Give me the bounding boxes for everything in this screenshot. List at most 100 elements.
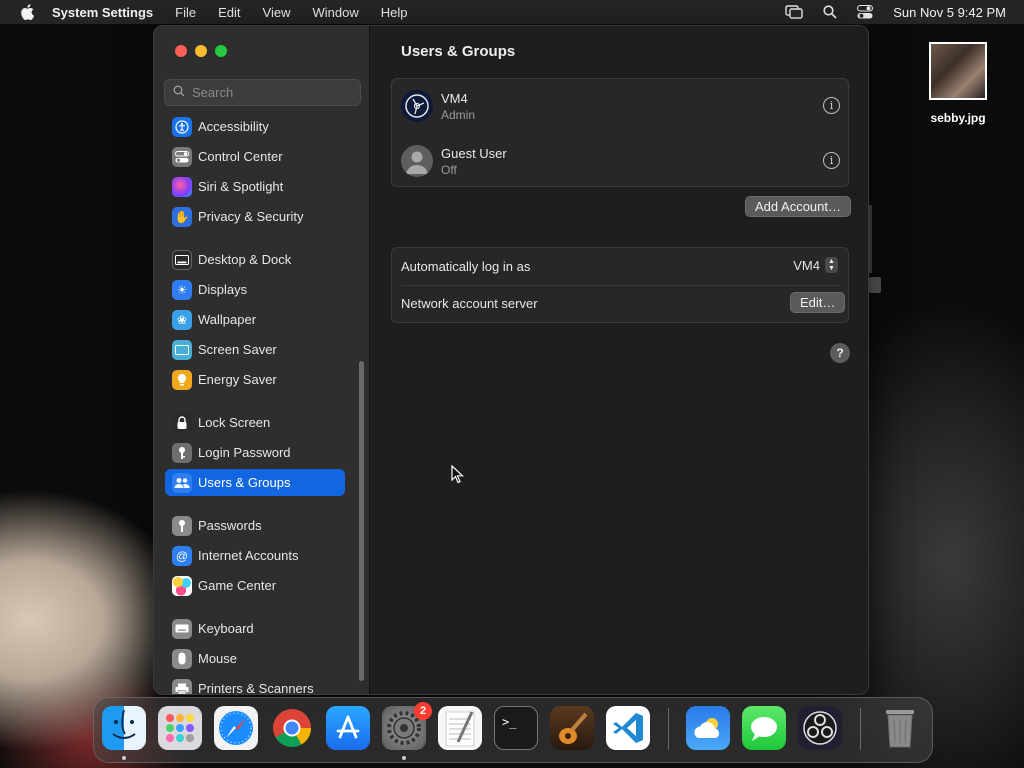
sidebar-item-accessibility[interactable]: Accessibility	[165, 114, 345, 140]
background-window-tag	[869, 277, 881, 293]
garageband-icon[interactable]	[550, 706, 594, 750]
accessibility-icon	[172, 116, 192, 137]
sidebar-item-label: Printers & Scanners	[198, 681, 314, 695]
sidebar-scrollbar[interactable]	[359, 361, 364, 681]
user-row-guest[interactable]: Guest User Off i	[392, 134, 850, 188]
zoom-window-button[interactable]	[215, 45, 227, 57]
network-server-label: Network account server	[401, 296, 538, 311]
app-name-menu[interactable]: System Settings	[52, 5, 153, 20]
sidebar-item-printers-scanners[interactable]: Printers & Scanners	[165, 675, 345, 695]
menu-file[interactable]: File	[175, 5, 196, 20]
terminal-icon[interactable]: >_	[494, 706, 538, 750]
sidebar-item-label: Game Center	[198, 578, 277, 593]
sidebar-item-energy-saver[interactable]: Energy Saver	[165, 366, 345, 393]
auto-login-value: VM4	[793, 257, 820, 273]
sidebar-item-screen-saver[interactable]: Screen Saver	[165, 336, 345, 363]
sidebar-item-label: Keyboard	[198, 621, 254, 636]
dock: 2 >_	[93, 697, 933, 763]
auto-login-select[interactable]: VM4 ▲ ▼	[793, 257, 838, 273]
control-center-icon	[172, 146, 192, 167]
textedit-icon[interactable]	[438, 706, 482, 750]
page-title: Users & Groups	[401, 43, 516, 60]
svg-text:>_: >_	[502, 715, 517, 729]
desktop-file-label: sebby.jpg	[930, 111, 986, 125]
menu-bar: System Settings File Edit View Window He…	[0, 0, 1024, 24]
mouse-cursor-icon	[451, 464, 465, 489]
chrome-icon[interactable]	[270, 706, 314, 750]
close-window-button[interactable]	[175, 45, 187, 57]
lock-icon	[172, 412, 192, 433]
messages-icon[interactable]	[742, 706, 786, 750]
sidebar-item-desktop-dock[interactable]: Desktop & Dock	[165, 246, 345, 273]
users-list-card: VM4 Admin i Guest User Off i	[391, 78, 849, 187]
sidebar-list: Accessibility Control Center Siri & Spot…	[154, 114, 370, 695]
content-pane: Users & Groups VM4 Admin i Guest User Of	[371, 26, 868, 694]
sidebar-item-label: Control Center	[198, 149, 283, 164]
sidebar-item-game-center[interactable]: Game Center	[165, 572, 345, 599]
running-indicator	[402, 756, 406, 760]
auto-login-row: Automatically log in as VM4 ▲ ▼	[392, 248, 850, 285]
minimize-window-button[interactable]	[195, 45, 207, 57]
sidebar-item-keyboard[interactable]: Keyboard	[165, 615, 345, 642]
login-options-card: Automatically log in as VM4 ▲ ▼ Network a…	[391, 247, 849, 323]
mouse-icon	[172, 648, 192, 669]
finder-icon[interactable]	[102, 706, 146, 750]
info-icon[interactable]: i	[823, 152, 840, 169]
control-center-icon[interactable]	[857, 5, 874, 19]
printer-icon	[172, 678, 192, 694]
sidebar-item-label: Energy Saver	[198, 372, 277, 387]
game-center-icon	[172, 575, 192, 596]
add-account-button[interactable]: Add Account…	[745, 196, 851, 217]
app-store-icon[interactable]	[326, 706, 370, 750]
weather-icon[interactable]	[686, 706, 730, 750]
spotlight-search-icon[interactable]	[823, 5, 837, 19]
sidebar-item-passwords[interactable]: Passwords	[165, 512, 345, 539]
dock-separator	[668, 708, 669, 750]
vscode-icon[interactable]	[606, 706, 650, 750]
search-input[interactable]	[192, 85, 352, 100]
auto-login-label: Automatically log in as	[401, 259, 531, 274]
sidebar-item-control-center[interactable]: Control Center	[165, 143, 345, 170]
safari-icon[interactable]	[214, 706, 258, 750]
obs-icon[interactable]	[798, 706, 842, 750]
dock-icon	[172, 249, 192, 270]
file-thumbnail	[929, 42, 987, 100]
user-name: VM4	[441, 90, 468, 106]
sidebar-item-mouse[interactable]: Mouse	[165, 645, 345, 672]
vm4-avatar	[401, 90, 433, 122]
sidebar-item-displays[interactable]: ☀ Displays	[165, 276, 345, 303]
key-icon	[172, 442, 192, 463]
screen-mirroring-icon[interactable]	[785, 5, 803, 19]
menu-clock[interactable]: Sun Nov 5 9:42 PM	[893, 5, 1006, 20]
sidebar-item-label: Privacy & Security	[198, 209, 304, 224]
edit-button[interactable]: Edit…	[790, 292, 846, 313]
info-icon[interactable]: i	[823, 97, 840, 114]
menu-bar-extras: Sun Nov 5 9:42 PM	[785, 0, 1006, 24]
desktop-file-sebby[interactable]: sebby.jpg	[920, 42, 996, 125]
sidebar-item-privacy-security[interactable]: ✋ Privacy & Security	[165, 203, 345, 230]
menu-window[interactable]: Window	[312, 5, 358, 20]
sidebar-item-siri-spotlight[interactable]: Siri & Spotlight	[165, 173, 345, 200]
dock-separator	[860, 708, 861, 750]
apple-menu-icon[interactable]	[18, 3, 36, 21]
sidebar-item-internet-accounts[interactable]: @ Internet Accounts	[165, 542, 345, 569]
trash-icon[interactable]	[878, 706, 922, 750]
sidebar-item-label: Desktop & Dock	[198, 252, 292, 267]
sun-icon: ☀	[172, 279, 192, 300]
sidebar: Accessibility Control Center Siri & Spot…	[154, 26, 370, 695]
sidebar-item-login-password[interactable]: Login Password	[165, 439, 345, 466]
launchpad-icon[interactable]	[158, 706, 202, 750]
sidebar-item-lock-screen[interactable]: Lock Screen	[165, 409, 345, 436]
menu-edit[interactable]: Edit	[218, 5, 240, 20]
sidebar-item-label: Internet Accounts	[198, 548, 299, 563]
sidebar-item-label: Lock Screen	[198, 415, 271, 430]
user-row-vm4[interactable]: VM4 Admin i	[392, 79, 850, 133]
key-icon	[172, 515, 192, 536]
sidebar-item-users-groups[interactable]: Users & Groups	[165, 469, 345, 496]
sidebar-item-wallpaper[interactable]: ❀ Wallpaper	[165, 306, 345, 333]
help-button[interactable]: ?	[830, 343, 850, 363]
system-settings-window: Accessibility Control Center Siri & Spot…	[153, 25, 869, 695]
sidebar-item-label: Screen Saver	[198, 342, 277, 357]
menu-help[interactable]: Help	[381, 5, 408, 20]
menu-view[interactable]: View	[263, 5, 291, 20]
